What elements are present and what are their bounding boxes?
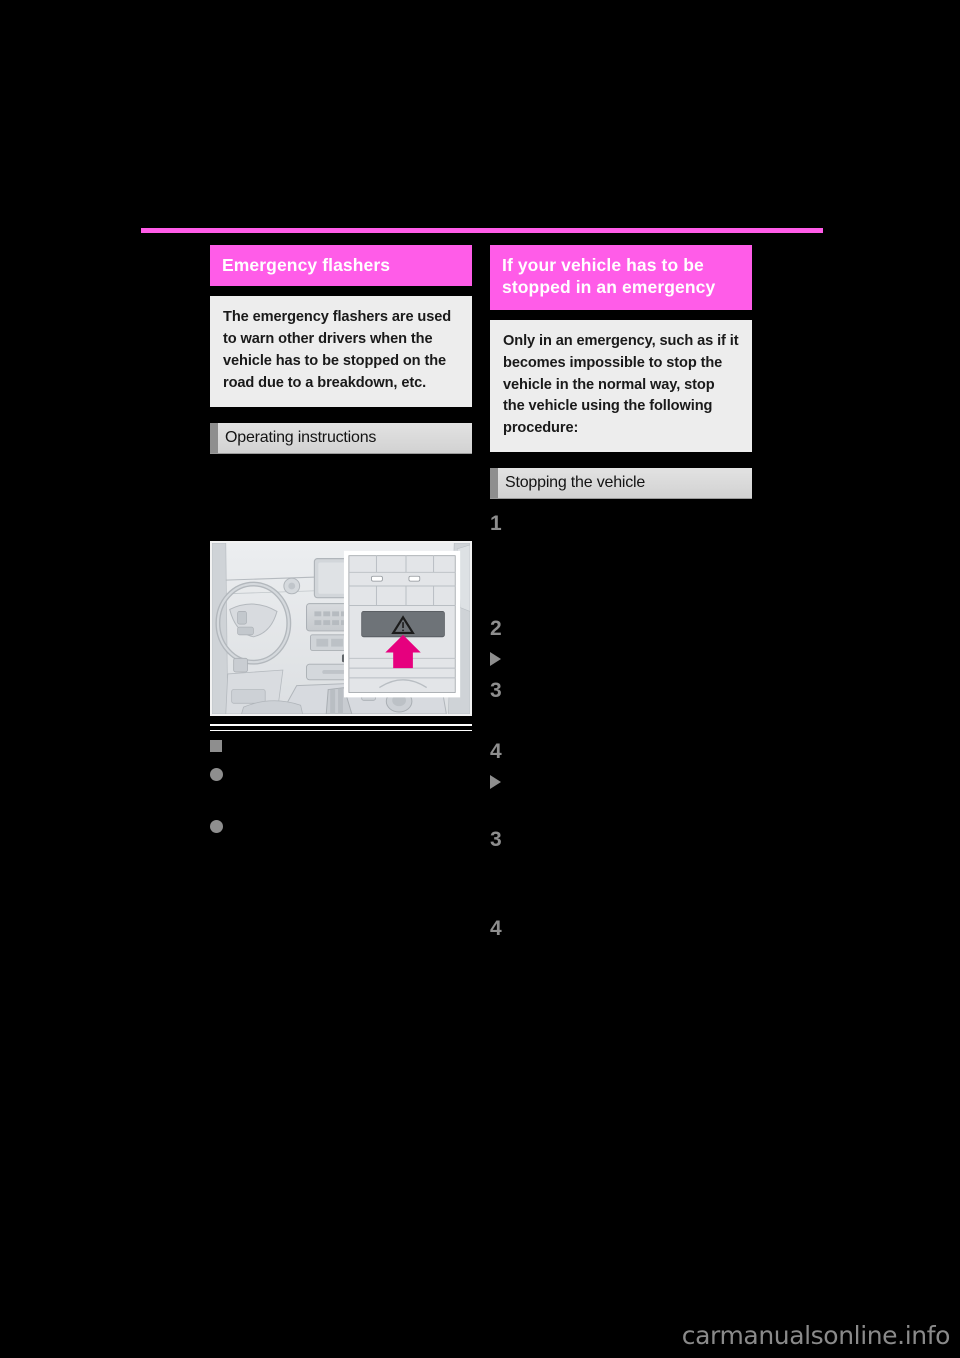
sub-heading-marker (210, 739, 222, 752)
triangle-marker-icon (490, 652, 501, 667)
left-sub-heading-label: Emergency flashers (228, 737, 362, 754)
document-page: Emergency flashers The emergency flasher… (0, 0, 960, 1358)
step-number: 3 (490, 828, 502, 852)
step-number: 2 (490, 617, 502, 641)
left-sub-heading: Emergency flashers (210, 738, 472, 755)
right-section-header-label: Stopping the vehicle (505, 474, 646, 492)
right-chapter-title: If your vehicle has to be stopped in an … (490, 245, 752, 310)
left-lead-paragraph: The emergency flashers are used to warn … (210, 296, 472, 407)
procedure-step: 4 (490, 918, 752, 939)
list-item (210, 766, 472, 781)
procedure-step: 2 (490, 618, 752, 639)
site-watermark: carmanualsonline.info (681, 1321, 951, 1350)
left-section-header-label: Operating instructions (225, 428, 377, 446)
procedure-note (490, 650, 752, 667)
bullet-dot-icon (210, 767, 223, 781)
procedure-step: 4 (490, 741, 752, 762)
right-lead-paragraph: Only in an emergency, such as if it beco… (490, 319, 752, 453)
procedure-step: 3 (490, 680, 752, 701)
procedure-step: 3 (490, 829, 752, 850)
right-column: If your vehicle has to be stopped in an … (490, 245, 752, 939)
section-tab-marker (490, 468, 498, 499)
left-column: Emergency flashers The emergency flasher… (210, 245, 472, 833)
step-number: 4 (490, 740, 502, 764)
bullet-dot-icon (210, 819, 223, 833)
list-item (210, 818, 472, 833)
right-section-header: Stopping the vehicle (490, 468, 752, 500)
figure-rule (210, 723, 472, 726)
header-accent-rule (141, 228, 823, 233)
dashboard-illustration (210, 540, 472, 716)
section-tab-marker (210, 422, 218, 453)
step-number: 4 (490, 917, 502, 941)
dashboard-illustration-svg (212, 542, 470, 714)
step-number: 3 (490, 679, 502, 703)
step-number: 1 (490, 512, 502, 536)
left-chapter-title: Emergency flashers (210, 245, 472, 287)
figure-rule-secondary (210, 729, 472, 731)
left-section-header: Operating instructions (210, 422, 472, 454)
procedure-step: 1 (490, 513, 752, 534)
procedure-note (490, 773, 752, 790)
triangle-marker-icon (490, 775, 501, 790)
